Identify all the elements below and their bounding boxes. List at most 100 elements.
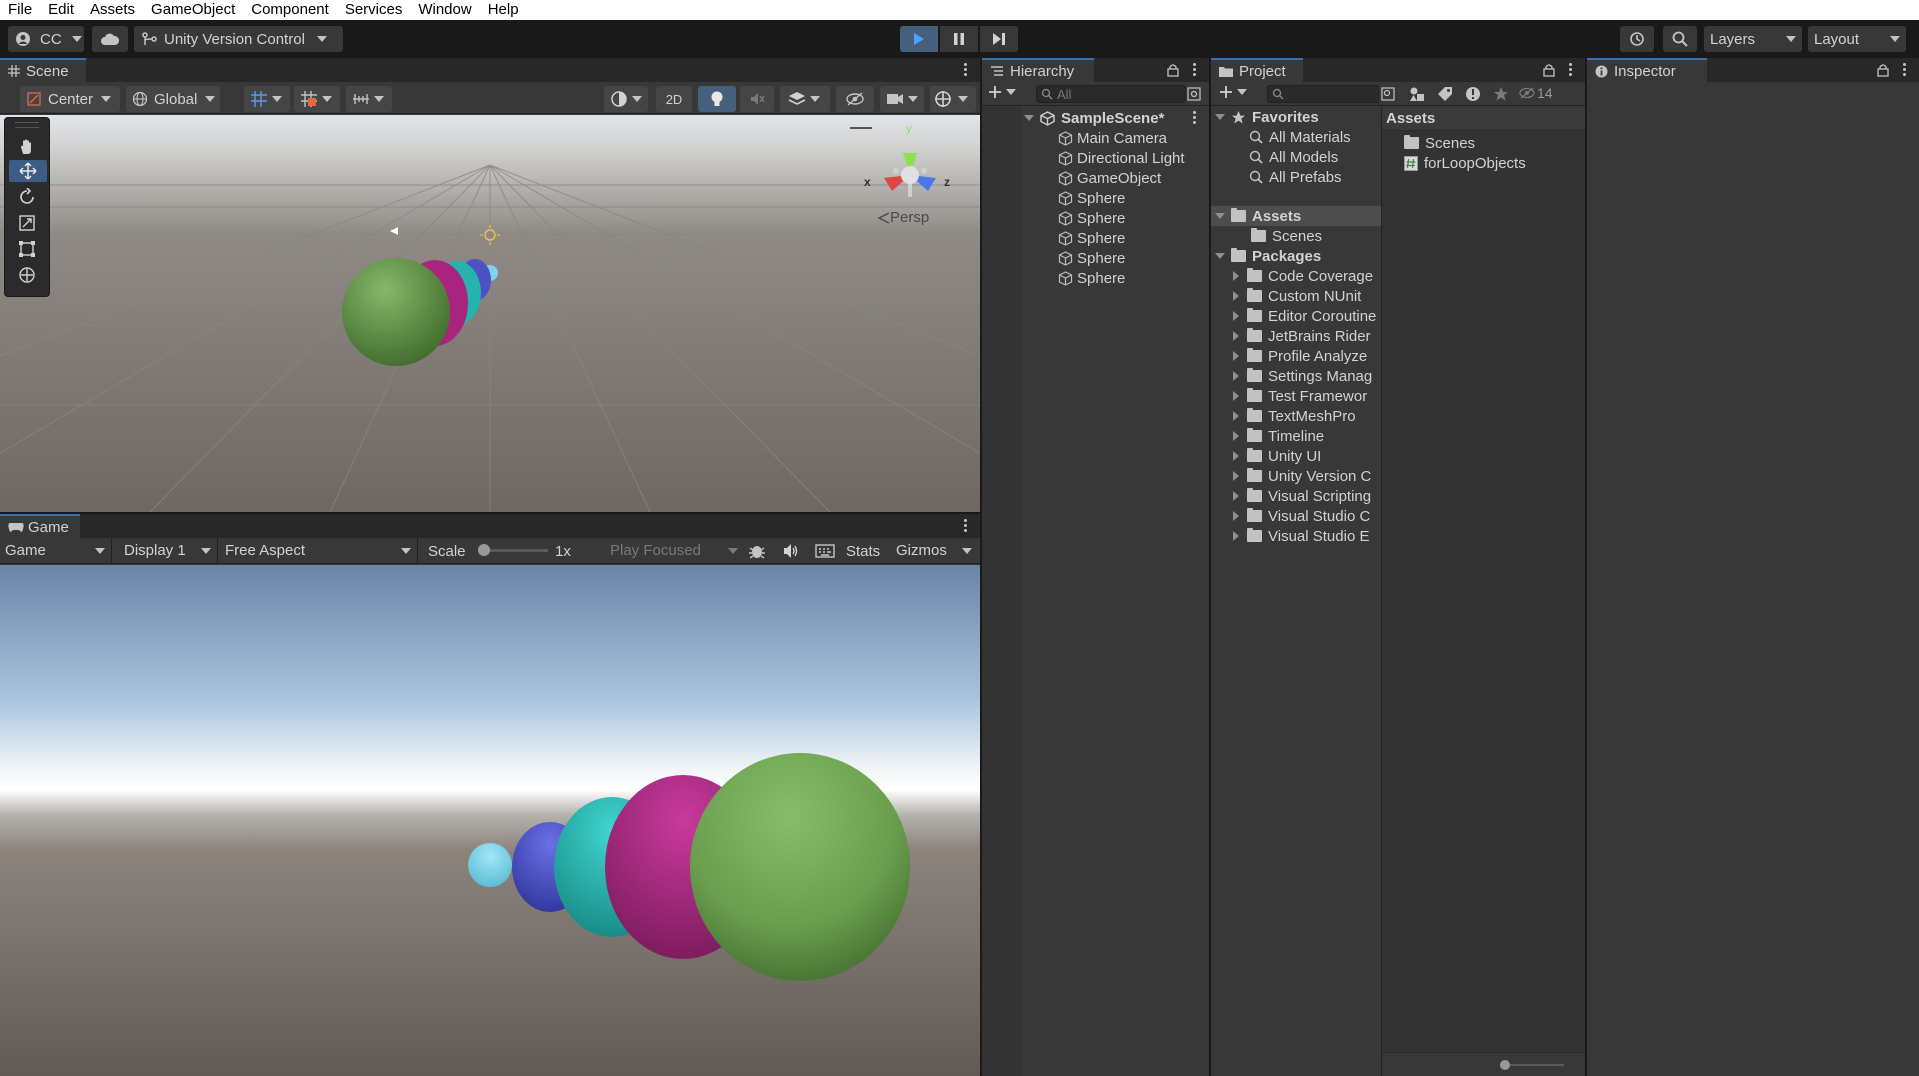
hierarchy-search-input[interactable]: All <box>1036 85 1186 103</box>
projection-toggle[interactable]: Persp <box>878 209 929 226</box>
collapse-arrow-icon[interactable] <box>1233 391 1239 401</box>
undo-history-button[interactable] <box>1620 26 1654 52</box>
hand-tool[interactable] <box>11 136 43 158</box>
hidden-packages-toggle[interactable]: 14 <box>1519 85 1553 101</box>
pause-button[interactable] <box>940 26 978 52</box>
collapse-arrow-icon[interactable] <box>1233 271 1239 281</box>
asset-item[interactable]: Scenes <box>1404 133 1475 153</box>
expand-arrow-icon[interactable] <box>1215 213 1225 219</box>
cloud-button[interactable] <box>92 26 128 52</box>
hierarchy-item[interactable]: GameObject <box>1058 168 1161 188</box>
rotate-tool[interactable] <box>11 186 43 208</box>
pivot-dropdown[interactable]: Center <box>20 86 120 112</box>
star-icon[interactable] <box>1493 86 1509 102</box>
search-scope-icon[interactable] <box>1381 87 1395 101</box>
step-button[interactable] <box>980 26 1018 52</box>
menu-file[interactable]: File <box>0 0 40 20</box>
gizmos-dropdown[interactable]: Gizmos <box>896 538 980 563</box>
assets-folder[interactable]: Assets <box>1211 206 1381 226</box>
scene-viewport[interactable]: y x z Persp <box>0 115 980 512</box>
scene-search-icon[interactable] <box>1187 87 1201 101</box>
scale-tool[interactable] <box>11 212 43 234</box>
package-item[interactable]: TextMeshPro <box>1233 406 1356 426</box>
more-options-icon[interactable] <box>964 519 968 533</box>
increment-snap-toggle[interactable] <box>294 86 340 112</box>
favorite-item[interactable]: All Models <box>1249 147 1338 167</box>
package-item[interactable]: Timeline <box>1233 426 1324 446</box>
package-item[interactable]: Editor Coroutine <box>1233 306 1376 326</box>
collapse-arrow-icon[interactable] <box>1233 471 1239 481</box>
asset-breadcrumb[interactable]: Assets <box>1382 107 1585 131</box>
ruler-toggle[interactable] <box>346 86 392 112</box>
play-button[interactable] <box>900 26 938 52</box>
package-item[interactable]: Test Framewor <box>1233 386 1367 406</box>
package-item[interactable]: Visual Studio E <box>1233 526 1369 546</box>
create-button[interactable] <box>988 85 1016 99</box>
menu-window[interactable]: Window <box>410 0 479 20</box>
version-control-button[interactable]: Unity Version Control <box>134 26 343 52</box>
package-item[interactable]: Profile Analyze <box>1233 346 1367 366</box>
search-button[interactable] <box>1663 26 1697 52</box>
layers-dropdown[interactable]: Layers <box>1704 26 1802 52</box>
menu-component[interactable]: Component <box>243 0 337 20</box>
lock-icon[interactable] <box>1877 63 1889 77</box>
icon-size-slider[interactable] <box>1500 1060 1564 1070</box>
display-dropdown[interactable]: Display 1 <box>118 538 218 563</box>
hierarchy-item[interactable]: Directional Light <box>1058 148 1185 168</box>
project-search-input[interactable] <box>1267 85 1379 103</box>
hierarchy-item[interactable]: Sphere <box>1058 268 1125 288</box>
collapse-arrow-icon[interactable] <box>1233 351 1239 361</box>
lock-icon[interactable] <box>1543 63 1555 77</box>
hierarchy-item[interactable]: Sphere <box>1058 208 1125 228</box>
package-item[interactable]: Visual Studio C <box>1233 506 1370 526</box>
package-item[interactable]: Settings Manag <box>1233 366 1372 386</box>
folder-item[interactable]: Scenes <box>1251 226 1322 246</box>
package-item[interactable]: Code Coverage <box>1233 266 1373 286</box>
menu-services[interactable]: Services <box>337 0 411 20</box>
effects-dropdown[interactable] <box>780 86 830 112</box>
camera-dropdown[interactable] <box>880 86 924 112</box>
gizmos-dropdown[interactable] <box>930 86 976 112</box>
move-tool[interactable] <box>9 160 47 182</box>
collapse-arrow-icon[interactable] <box>1233 531 1239 541</box>
expand-arrow-icon[interactable] <box>1215 253 1225 259</box>
stats-button[interactable]: Stats <box>846 543 880 560</box>
tab-game[interactable]: Game <box>0 514 80 538</box>
menu-edit[interactable]: Edit <box>40 0 82 20</box>
menu-gameobject[interactable]: GameObject <box>143 0 243 20</box>
audio-toggle[interactable] <box>740 86 774 112</box>
tab-project[interactable]: Project <box>1211 58 1303 82</box>
rect-tool[interactable] <box>11 238 43 260</box>
packages-folder[interactable]: Packages <box>1215 246 1321 266</box>
grid-snap-toggle[interactable] <box>244 86 290 112</box>
more-options-icon[interactable] <box>1193 63 1197 77</box>
scene-root[interactable]: SampleScene* <box>1024 108 1209 128</box>
favorite-item[interactable]: All Materials <box>1249 127 1351 147</box>
asset-item[interactable]: forLoopObjects <box>1404 153 1526 173</box>
collapse-arrow-icon[interactable] <box>1233 331 1239 341</box>
aspect-dropdown[interactable]: Free Aspect <box>218 538 418 563</box>
transform-tool[interactable] <box>11 264 43 286</box>
menu-help[interactable]: Help <box>480 0 527 20</box>
favorite-item[interactable]: All Prefabs <box>1249 167 1342 187</box>
play-mode-dropdown[interactable]: Play Focused <box>604 538 740 563</box>
mute-audio-toggle[interactable] <box>782 543 800 559</box>
hierarchy-item[interactable]: Sphere <box>1058 228 1125 248</box>
expand-arrow-icon[interactable] <box>1024 115 1034 121</box>
type-filter-icon[interactable] <box>1409 86 1425 102</box>
lighting-toggle[interactable] <box>698 86 736 112</box>
favorites-header[interactable]: Favorites <box>1215 107 1381 127</box>
more-options-icon[interactable] <box>964 63 968 77</box>
account-button[interactable]: CC <box>8 26 84 52</box>
lock-icon[interactable] <box>1167 63 1179 77</box>
collapse-arrow-icon[interactable] <box>1233 451 1239 461</box>
hierarchy-item[interactable]: Sphere <box>1058 248 1125 268</box>
collapse-arrow-icon[interactable] <box>1233 431 1239 441</box>
collapse-arrow-icon[interactable] <box>1233 371 1239 381</box>
collapse-arrow-icon[interactable] <box>1233 511 1239 521</box>
package-item[interactable]: JetBrains Rider <box>1233 326 1371 346</box>
label-filter-icon[interactable] <box>1437 86 1453 102</box>
shortcuts-toggle[interactable] <box>815 543 835 559</box>
toggle-2d-button[interactable]: 2D <box>656 86 692 112</box>
collapse-arrow-icon[interactable] <box>1233 311 1239 321</box>
